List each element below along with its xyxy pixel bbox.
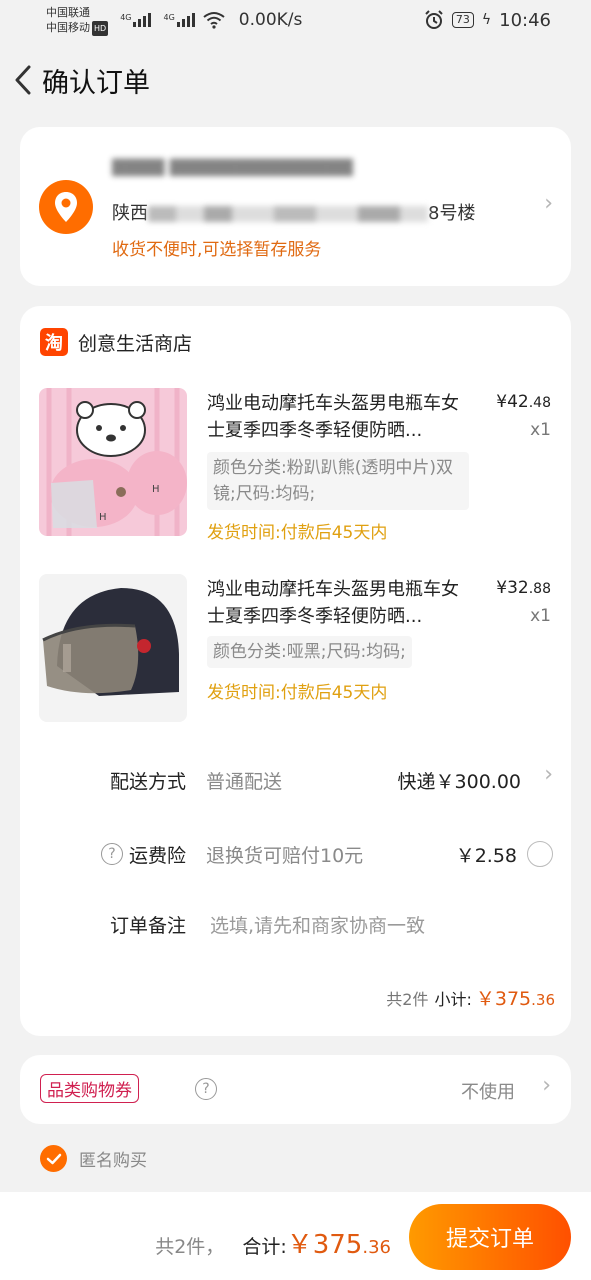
shop-header[interactable]: 淘 创意生活商店	[40, 328, 192, 356]
order-remark-row[interactable]: 订单备注 选填,请先和商家协商一致	[20, 904, 571, 944]
remark-label: 订单备注	[109, 914, 186, 937]
svg-text:H: H	[99, 512, 107, 523]
anonymous-label: 匿名购买	[79, 1151, 147, 1171]
taobao-shop-logo-icon: 淘	[40, 328, 68, 356]
product-image-black-helmet[interactable]	[39, 574, 187, 722]
order-total: 共2件， 合计: ￥375.36	[155, 1230, 391, 1260]
bottom-bar: 共2件， 合计: ￥375.36 提交订单	[0, 1192, 591, 1280]
category-coupon-tag: 品类购物券	[40, 1074, 139, 1103]
hd-badge: HD	[92, 20, 109, 36]
product-price: ¥42.48	[496, 392, 551, 412]
alarm-icon	[425, 10, 443, 29]
anonymous-purchase[interactable]: 匿名购买	[40, 1145, 147, 1172]
coupon-card[interactable]: 品类购物券 ? 不使用 ›	[20, 1055, 571, 1124]
chevron-right-icon: ›	[542, 1073, 551, 1098]
charging-icon: ϟ	[481, 12, 492, 28]
product-title[interactable]: 鸿业电动摩托车头盔男电瓶车女士夏季四季冬季轻便防晒...	[207, 390, 472, 444]
delivery-label: 配送方式	[109, 770, 186, 793]
delivery-method-row[interactable]: 配送方式 普通配送 快递￥300.00 ›	[20, 760, 571, 800]
remark-input[interactable]: 选填,请先和商家协商一致	[210, 911, 425, 938]
address-card[interactable]: ▇▇▇▇ ▇▇▇▇▇▇▇▇▇▇▇▇▇▇ 陕西 8号楼 收货不便时,可选择暂存服务 …	[20, 127, 571, 286]
chevron-right-icon: ›	[544, 191, 553, 216]
carrier-1: 中国联通	[46, 5, 90, 19]
insurance-label: 运费险	[128, 844, 186, 867]
coupon-value: 不使用	[461, 1082, 515, 1103]
recipient-name-blurred: ▇▇▇▇ ▇▇▇▇▇▇▇▇▇▇▇▇▇▇	[112, 157, 353, 177]
shop-name: 创意生活商店	[78, 332, 193, 355]
address-blurred	[148, 206, 428, 222]
delivery-fee: 快递￥300.00	[397, 770, 521, 793]
order-item[interactable]: H H 鸿业电动摩托车头盔男电瓶车女士夏季四季冬季轻便防晒... ¥42.48 …	[39, 388, 559, 543]
product-spec: 颜色分类:哑黑;尺码:均码;	[207, 636, 412, 668]
product-title[interactable]: 鸿业电动摩托车头盔男电瓶车女士夏季四季冬季轻便防晒...	[207, 576, 472, 630]
battery-icon: 73	[451, 12, 474, 28]
signal-icon: 4G	[163, 13, 195, 27]
storage-service-hint[interactable]: 收货不便时,可选择暂存服务	[112, 235, 321, 260]
carrier-2: 中国移动 HD	[46, 20, 109, 36]
carrier-info: 中国联通 中国移动 HD	[46, 5, 109, 36]
clock: 10:46	[499, 9, 551, 31]
product-price: ¥32.88	[496, 578, 551, 598]
subtotal: 共2件 小计: ￥375.36	[386, 988, 555, 1010]
back-icon[interactable]	[8, 60, 38, 100]
shipping-insurance-row[interactable]: ? 运费险 退换货可赔付10元 ￥2.58	[20, 834, 571, 874]
product-image-pink-helmet[interactable]: H H	[39, 388, 187, 536]
insurance-fee: ￥2.58	[455, 844, 517, 867]
checkmark-icon[interactable]	[40, 1145, 67, 1172]
shipping-time: 发货时间:付款后45天内	[207, 683, 388, 703]
help-icon[interactable]: ?	[195, 1078, 217, 1100]
nav-bar: 确认订单	[0, 40, 591, 120]
order-card: 淘 创意生活商店 H H 鸿业电动摩托车头盔男电瓶车女士夏季四季冬季轻便防晒..…	[20, 306, 571, 1036]
status-bar: 中国联通 中国移动 HD 4G 4G 0.00K/s 73 ϟ 10:46	[0, 0, 591, 40]
product-quantity: x1	[530, 420, 551, 440]
location-pin-icon	[39, 180, 93, 234]
insurance-value: 退换货可赔付10元	[206, 844, 364, 867]
network-speed: 0.00K/s	[238, 10, 303, 30]
help-icon[interactable]: ?	[100, 843, 123, 865]
submit-order-button[interactable]: 提交订单	[409, 1204, 571, 1270]
product-quantity: x1	[530, 606, 551, 626]
wifi-icon	[203, 12, 225, 29]
order-item[interactable]: 鸿业电动摩托车头盔男电瓶车女士夏季四季冬季轻便防晒... ¥32.88 x1 颜…	[39, 574, 559, 724]
product-spec: 颜色分类:粉趴趴熊(透明中片)双镜;尺码:均码;	[207, 452, 469, 510]
address-line: 陕西 8号楼	[112, 203, 476, 224]
insurance-radio[interactable]	[527, 841, 553, 867]
page-title: 确认订单	[42, 67, 150, 99]
chevron-right-icon: ›	[544, 762, 553, 787]
shipping-time: 发货时间:付款后45天内	[207, 523, 388, 543]
delivery-value: 普通配送	[206, 770, 283, 793]
svg-text:H: H	[152, 484, 160, 495]
signal-icon: 4G	[120, 13, 152, 27]
